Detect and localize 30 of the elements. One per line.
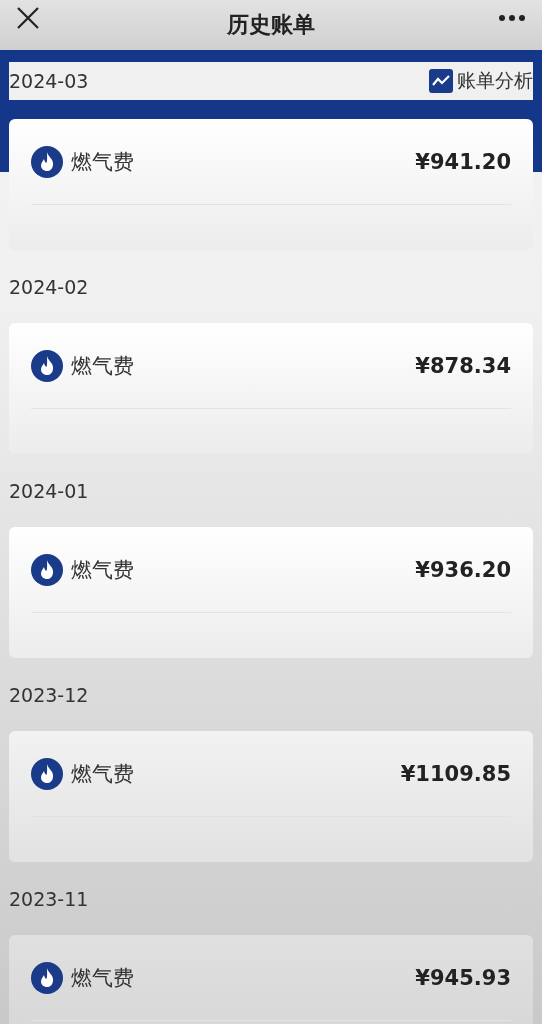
bill-name: 燃气费 <box>71 352 134 380</box>
month-label: 2024-03 <box>9 70 89 92</box>
flame-icon <box>31 961 63 994</box>
bill-name: 燃气费 <box>71 964 134 992</box>
bill-name: 燃气费 <box>71 556 134 584</box>
page-title: 历史账单 <box>226 11 316 39</box>
flame-icon <box>31 553 63 586</box>
month-label: 2024-02 <box>9 276 89 298</box>
bill-card[interactable]: 燃气费 ¥945.93 <box>9 935 533 1024</box>
flame-icon <box>31 145 63 178</box>
bill-amount: ¥936.20 <box>415 557 511 582</box>
bill-card[interactable]: 燃气费 ¥936.20 <box>9 527 533 658</box>
line-chart-icon <box>429 69 453 93</box>
bill-card[interactable]: 燃气费 ¥941.20 <box>9 119 533 250</box>
flame-icon <box>31 349 63 382</box>
bill-name: 燃气费 <box>71 148 134 176</box>
more-icon[interactable] <box>498 14 526 22</box>
bill-name: 燃气费 <box>71 760 134 788</box>
bill-card[interactable]: 燃气费 ¥878.34 <box>9 323 533 454</box>
month-label: 2023-11 <box>9 888 89 910</box>
month-label: 2023-12 <box>9 684 89 706</box>
bill-amount: ¥878.34 <box>415 353 511 378</box>
close-icon[interactable] <box>16 6 40 30</box>
bill-amount: ¥1109.85 <box>400 761 511 786</box>
flame-icon <box>31 757 63 790</box>
bill-amount: ¥945.93 <box>415 965 511 990</box>
month-label: 2024-01 <box>9 480 89 502</box>
bill-card[interactable]: 燃气费 ¥1109.85 <box>9 731 533 862</box>
bill-analysis-button[interactable]: 账单分析 <box>429 68 533 94</box>
bill-amount: ¥941.20 <box>415 149 511 174</box>
